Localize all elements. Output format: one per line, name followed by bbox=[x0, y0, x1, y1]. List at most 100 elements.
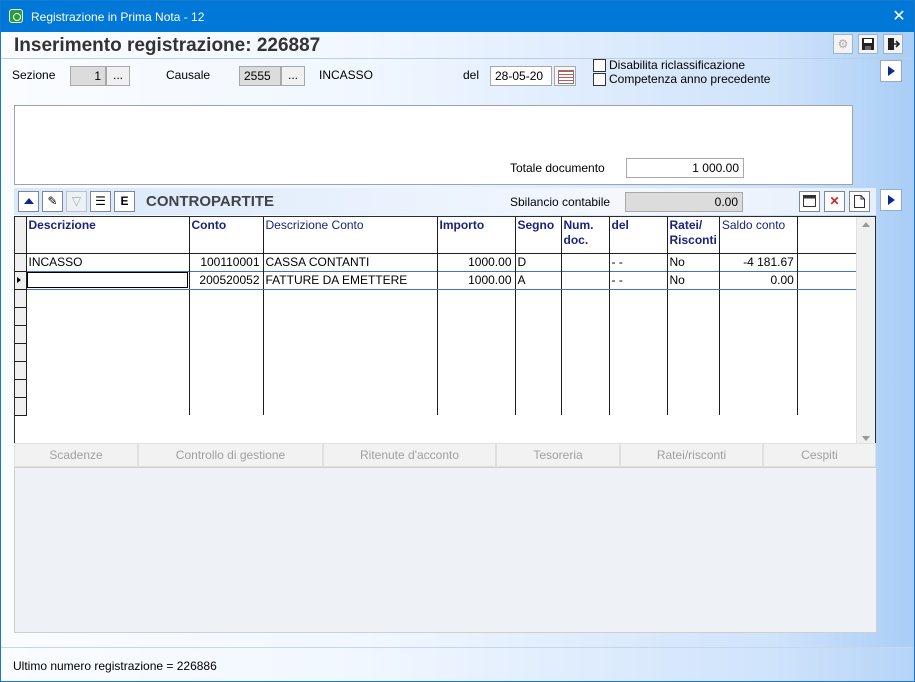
cell-descrizione[interactable]: INCASSO bbox=[26, 253, 190, 271]
new-document-icon[interactable] bbox=[849, 191, 870, 212]
row-indicator-header bbox=[15, 217, 27, 254]
save-icon[interactable] bbox=[858, 34, 878, 54]
tab-scadenze[interactable]: Scadenze bbox=[14, 443, 138, 467]
expand-grid-icon[interactable] bbox=[880, 189, 902, 211]
causale-label: Causale bbox=[166, 68, 211, 82]
empty-row[interactable] bbox=[15, 307, 865, 326]
close-icon[interactable]: ✕ bbox=[884, 1, 914, 32]
excel-export-icon[interactable]: E bbox=[114, 191, 135, 212]
sezione-label: Sezione bbox=[12, 68, 56, 82]
col-num-doc[interactable]: Num. doc. bbox=[561, 217, 610, 254]
col-ratei[interactable]: Ratei/ Risconti bbox=[667, 217, 720, 254]
col-importo[interactable]: Importo bbox=[437, 217, 516, 254]
row-indicator[interactable] bbox=[15, 397, 27, 416]
cell-ratei[interactable]: No bbox=[667, 270, 720, 290]
table-header: Descrizione Conto Descrizione Conto Impo… bbox=[15, 217, 866, 254]
row-indicator[interactable] bbox=[15, 253, 27, 272]
exit-icon[interactable] bbox=[883, 34, 903, 54]
expand-right-icon[interactable] bbox=[880, 60, 902, 82]
header-separator bbox=[1, 58, 914, 59]
tax-icon[interactable]: ⚙ bbox=[833, 34, 853, 54]
cell-del[interactable]: - - bbox=[609, 270, 668, 290]
causale-description: INCASSO bbox=[319, 68, 374, 82]
row-indicator[interactable] bbox=[15, 307, 27, 326]
row-indicator[interactable] bbox=[15, 343, 27, 362]
cell-num-doc[interactable] bbox=[561, 270, 610, 290]
col-conto[interactable]: Conto bbox=[189, 217, 264, 254]
row-indicator[interactable] bbox=[15, 271, 27, 290]
tab-tesoreria[interactable]: Tesoreria bbox=[496, 443, 620, 467]
sbilancio-field: 0.00 bbox=[625, 192, 743, 212]
page-title: Inserimento registrazione: 226887 bbox=[14, 35, 321, 56]
tab-panel bbox=[14, 467, 877, 633]
row-indicator[interactable] bbox=[15, 289, 27, 308]
filter-icon[interactable]: ▽ bbox=[66, 191, 87, 212]
cell-descrizione-editing[interactable] bbox=[26, 270, 190, 290]
col-descrizione-conto[interactable]: Descrizione Conto bbox=[263, 217, 438, 254]
list-icon[interactable]: ☰ bbox=[90, 191, 111, 212]
cell-descrizione-conto[interactable]: FATTURE DA EMETTERE bbox=[263, 270, 438, 290]
disabilita-checkbox[interactable] bbox=[593, 59, 606, 72]
empty-row[interactable] bbox=[15, 379, 865, 398]
date-label: del bbox=[463, 68, 480, 82]
col-segno[interactable]: Segno bbox=[515, 217, 562, 254]
empty-row[interactable] bbox=[15, 289, 865, 308]
window-title: Registrazione in Prima Nota - 12 bbox=[31, 10, 205, 24]
app-icon bbox=[9, 9, 23, 23]
cell-num-doc[interactable] bbox=[561, 253, 610, 271]
competenza-label: Competenza anno precedente bbox=[609, 72, 771, 86]
col-descrizione[interactable]: Descrizione bbox=[26, 217, 190, 254]
row-indicator[interactable] bbox=[15, 379, 27, 398]
row-indicator[interactable] bbox=[15, 325, 27, 344]
calendar-icon[interactable] bbox=[554, 66, 576, 86]
date-field[interactable]: 28-05-20 bbox=[490, 66, 552, 86]
col-del[interactable]: del bbox=[609, 217, 668, 254]
cell-saldo: 0.00 bbox=[719, 270, 798, 290]
table-row[interactable]: INCASSO 100110001 CASSA CONTANTI 1000.00… bbox=[15, 253, 865, 272]
content-area: Inserimento registrazione: 226887 ⚙ Sezi… bbox=[1, 32, 914, 647]
tab-controllo-gestione[interactable]: Controllo di gestione bbox=[138, 443, 323, 467]
status-text: Ultimo numero registrazione = 226886 bbox=[13, 659, 217, 673]
delete-icon[interactable]: ✕ bbox=[824, 191, 845, 212]
cell-segno[interactable]: D bbox=[515, 253, 562, 271]
title-bar: Registrazione in Prima Nota - 12 ✕ bbox=[1, 1, 914, 32]
cell-saldo: -4 181.67 bbox=[719, 253, 798, 271]
sezione-field[interactable]: 1 bbox=[70, 66, 106, 86]
edit-list-icon[interactable]: ✎ bbox=[42, 191, 63, 212]
tab-ratei-risconti[interactable]: Ratei/risconti bbox=[620, 443, 763, 467]
totale-field[interactable]: 1 000.00 bbox=[626, 158, 744, 178]
cell-ratei[interactable]: No bbox=[667, 253, 720, 271]
sezione-lookup-button[interactable]: ... bbox=[106, 66, 130, 86]
cell-segno[interactable]: A bbox=[515, 270, 562, 290]
totale-label: Totale documento bbox=[510, 161, 605, 175]
cell-descrizione-conto[interactable]: CASSA CONTANTI bbox=[263, 253, 438, 271]
disabilita-label: Disabilita riclassificazione bbox=[609, 58, 746, 72]
window-icon[interactable] bbox=[799, 191, 820, 212]
vertical-scrollbar[interactable] bbox=[856, 217, 875, 448]
status-bar: Ultimo numero registrazione = 226886 bbox=[1, 647, 914, 681]
causale-field[interactable]: 2555 bbox=[239, 66, 281, 86]
contropartite-table: Descrizione Conto Descrizione Conto Impo… bbox=[15, 217, 866, 416]
empty-row[interactable] bbox=[15, 325, 865, 344]
document-panel: Totale documento 1 000.00 bbox=[14, 105, 853, 185]
cell-conto[interactable]: 200520052 bbox=[189, 270, 264, 290]
causale-lookup-button[interactable]: ... bbox=[281, 66, 305, 86]
empty-row[interactable] bbox=[15, 361, 865, 380]
cell-del[interactable]: - - bbox=[609, 253, 668, 271]
table-row-selected[interactable]: 200520052 FATTURE DA EMETTERE 1000.00 A … bbox=[15, 270, 866, 290]
contropartite-title: CONTROPARTITE bbox=[146, 193, 275, 210]
tab-cespiti[interactable]: Cespiti bbox=[763, 443, 876, 467]
competenza-checkbox[interactable] bbox=[593, 73, 606, 86]
row-indicator[interactable] bbox=[15, 361, 27, 380]
empty-row[interactable] bbox=[15, 343, 865, 362]
col-saldo[interactable]: Saldo conto bbox=[719, 217, 798, 254]
scroll-up-icon[interactable] bbox=[857, 217, 875, 234]
sbilancio-label: Sbilancio contabile bbox=[510, 195, 611, 209]
contropartite-grid: Descrizione Conto Descrizione Conto Impo… bbox=[14, 216, 876, 464]
cell-conto[interactable]: 100110001 bbox=[189, 253, 264, 271]
empty-row[interactable] bbox=[15, 397, 865, 416]
tab-ritenute[interactable]: Ritenute d'acconto bbox=[323, 443, 496, 467]
cell-importo[interactable]: 1000.00 bbox=[437, 270, 516, 290]
collapse-up-icon[interactable] bbox=[18, 191, 39, 212]
cell-importo[interactable]: 1000.00 bbox=[437, 253, 516, 271]
